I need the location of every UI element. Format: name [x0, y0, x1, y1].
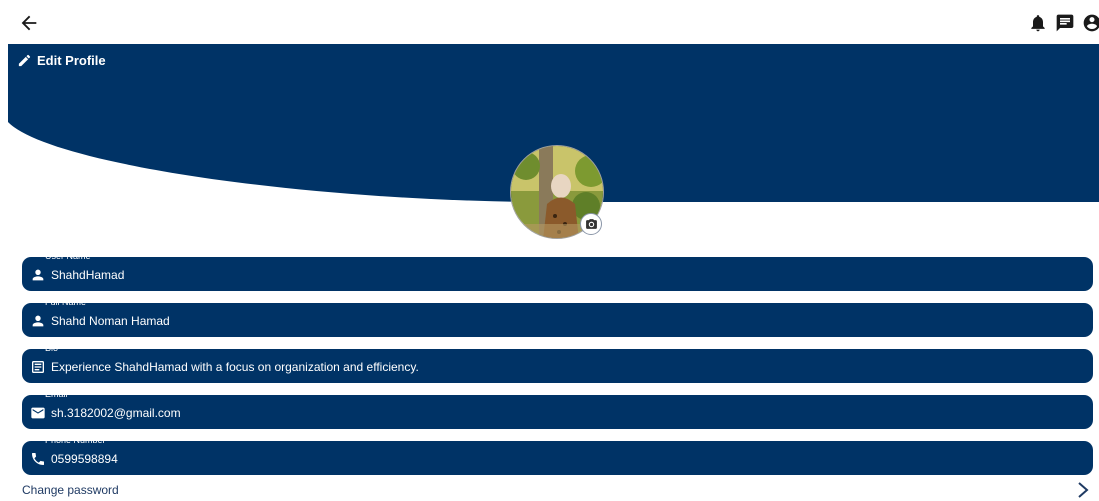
edit-profile-header: Edit Profile	[17, 53, 106, 68]
arrow-left-icon[interactable]	[18, 12, 40, 34]
phone-label: Phone Number	[45, 435, 106, 445]
username-value: ShahdHamad	[51, 268, 125, 282]
pencil-icon	[18, 54, 31, 67]
page-title: Edit Profile	[37, 53, 106, 68]
bio-value: Experience ShahdHamad with a focus on or…	[51, 360, 419, 374]
email-label: Email	[45, 389, 68, 399]
full-name-label: Full Name	[45, 297, 87, 307]
phone-icon	[32, 453, 44, 465]
username-field[interactable]: User Name ShahdHamad	[22, 251, 1093, 291]
change-photo-button[interactable]	[580, 213, 602, 235]
phone-field[interactable]: Phone Number 0599598894	[22, 435, 1093, 475]
avatar-container	[510, 145, 604, 239]
top-app-bar	[0, 0, 1099, 44]
email-value: sh.3182002@gmail.com	[51, 406, 181, 420]
bell-icon[interactable]	[1028, 13, 1048, 33]
account-circle-icon[interactable]	[1082, 13, 1099, 33]
email-icon	[31, 407, 45, 419]
username-label: User Name	[45, 251, 91, 261]
person-icon	[32, 269, 44, 281]
change-password-link[interactable]: Change password	[22, 483, 119, 497]
phone-value: 0599598894	[51, 452, 118, 466]
full-name-field[interactable]: Full Name Shahd Noman Hamad	[22, 297, 1093, 337]
bio-label: Bio	[45, 343, 59, 353]
camera-icon	[585, 218, 597, 229]
article-icon	[32, 361, 44, 373]
bio-field[interactable]: Bio Experience ShahdHamad with a focus o…	[22, 343, 1093, 383]
full-name-value: Shahd Noman Hamad	[51, 314, 170, 328]
person-icon	[32, 315, 44, 327]
email-field[interactable]: Email sh.3182002@gmail.com	[22, 389, 1093, 429]
chevron-right-icon[interactable]	[1076, 481, 1090, 499]
chat-icon[interactable]	[1055, 13, 1075, 33]
